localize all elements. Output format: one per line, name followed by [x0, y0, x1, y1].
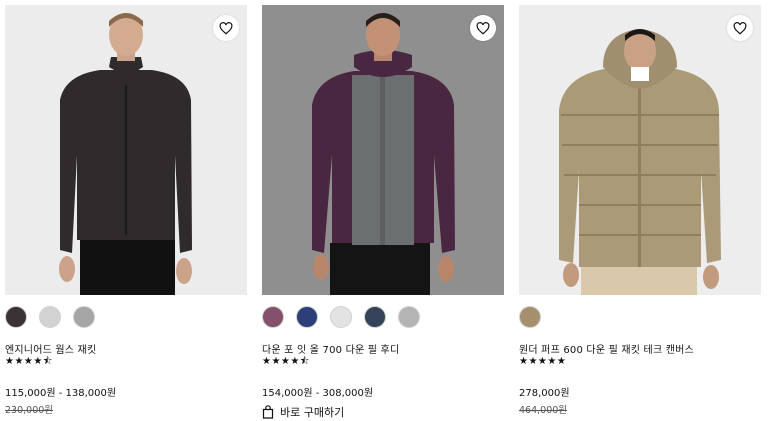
color-swatch[interactable]	[330, 306, 352, 328]
original-price: 230,000원	[5, 405, 54, 416]
color-swatch[interactable]	[73, 306, 95, 328]
original-price: 464,000원	[519, 405, 568, 416]
color-swatch[interactable]	[364, 306, 386, 328]
product-name[interactable]: 다운 포 잇 올 700 다운 필 후디	[262, 341, 399, 356]
color-swatch[interactable]	[398, 306, 420, 328]
product-name[interactable]: 원더 퍼프 600 다운 필 재킷 테크 캔버스	[519, 341, 694, 356]
heart-outline-icon	[219, 21, 233, 35]
product-card-wunder-puff-jacket: 원더 퍼프 600 다운 필 재킷 테크 캔버스 ★★★★★ 278,000원 …	[519, 0, 761, 421]
wishlist-button[interactable]	[727, 15, 753, 41]
shopping-bag-icon	[262, 405, 274, 419]
heart-outline-icon	[476, 21, 490, 35]
wishlist-button[interactable]	[470, 15, 496, 41]
color-swatch[interactable]	[519, 306, 541, 328]
product-card-engineered-warmth-jacket: 엔지니어드 웜스 재킷 ★★★★⯪ 115,000원 - 138,000원 23…	[5, 0, 247, 421]
product-price: 154,000원 - 308,000원	[262, 388, 374, 399]
rating-stars: ★★★★⯪	[5, 356, 53, 367]
color-swatch[interactable]	[39, 306, 61, 328]
color-swatch[interactable]	[5, 306, 27, 328]
rating-stars: ★★★★★	[519, 356, 567, 367]
product-image[interactable]	[5, 5, 247, 295]
heart-outline-icon	[733, 21, 747, 35]
rating-stars: ★★★★⯪	[262, 356, 310, 367]
product-image[interactable]	[519, 5, 761, 295]
color-swatches	[5, 306, 95, 328]
product-price: 278,000원	[519, 388, 570, 399]
product-grid: 엔지니어드 웜스 재킷 ★★★★⯪ 115,000원 - 138,000원 23…	[0, 0, 768, 421]
color-swatches	[262, 306, 420, 328]
product-price: 115,000원 - 138,000원	[5, 388, 117, 399]
product-name[interactable]: 엔지니어드 웜스 재킷	[5, 341, 96, 356]
wishlist-button[interactable]	[213, 15, 239, 41]
product-card-down-for-it-all-hoodie: 다운 포 잇 올 700 다운 필 후디 ★★★★⯪ 154,000원 - 30…	[262, 0, 504, 421]
color-swatch[interactable]	[262, 306, 284, 328]
quick-buy-button[interactable]: 바로 구매하기	[262, 404, 344, 420]
color-swatch[interactable]	[296, 306, 318, 328]
color-swatches	[519, 306, 541, 328]
quick-buy-label: 바로 구매하기	[280, 406, 345, 419]
product-image[interactable]	[262, 5, 504, 295]
